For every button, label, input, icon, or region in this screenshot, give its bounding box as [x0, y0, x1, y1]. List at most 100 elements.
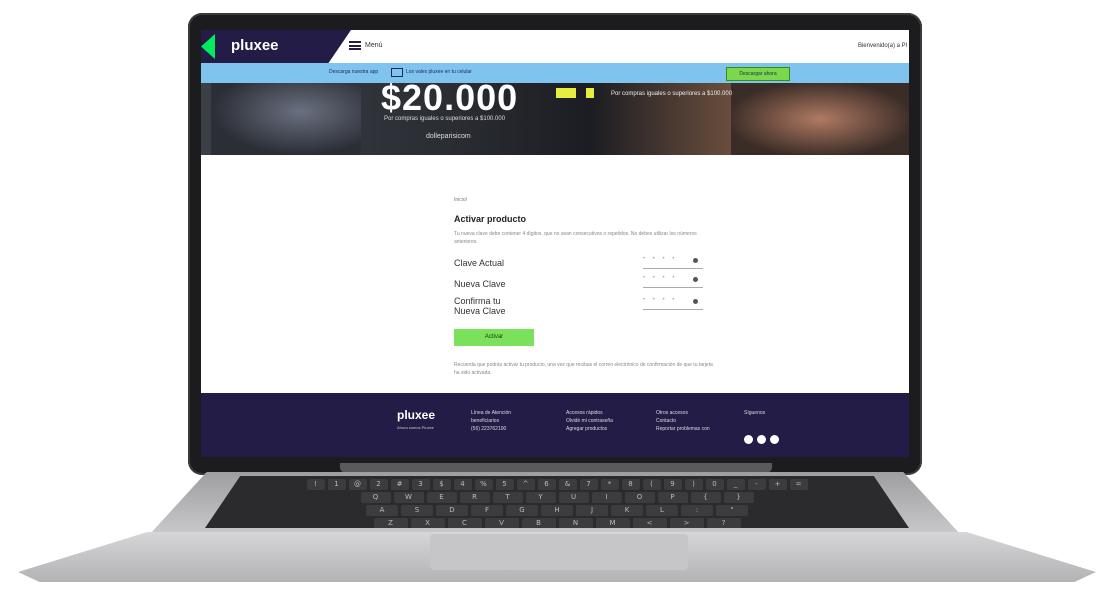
keyboard-key[interactable]: S [401, 505, 433, 516]
keyboard-key[interactable]: ? [706, 518, 741, 528]
breadcrumb[interactable]: Inicio/ [454, 197, 467, 203]
facebook-icon[interactable] [744, 435, 753, 444]
promo-subtitle: Por compras iguales o superiores a $100.… [384, 116, 506, 122]
footer-logo[interactable]: pluxee [397, 408, 435, 422]
keyboard-key[interactable]: L [646, 505, 678, 516]
footer-link[interactable]: (56) 223762100 [471, 425, 511, 433]
footer-link[interactable]: Reportar problemas con [656, 425, 710, 433]
keyboard-key[interactable]: Z [373, 518, 408, 528]
keyboard-key[interactable]: < [632, 518, 667, 528]
footer-col-other: Otros accesos Contacto Reportar problema… [656, 409, 710, 433]
keyboard-key[interactable]: K [611, 505, 643, 516]
footer-col-support: Línea de Atención beneficiarios (56) 223… [471, 409, 511, 433]
keyboard-key[interactable]: 5 [495, 479, 514, 490]
laptop-hinge [340, 463, 772, 473]
download-button[interactable]: Descargar ahora [726, 67, 790, 81]
keyboard-key[interactable]: % [474, 479, 493, 490]
keyboard-key[interactable]: & [558, 479, 577, 490]
eye-icon[interactable] [693, 258, 698, 263]
keyboard-key[interactable]: X [410, 518, 445, 528]
eye-icon[interactable] [693, 277, 698, 282]
keyboard-key[interactable]: T [492, 492, 523, 503]
footer-link[interactable]: Agregar productos [566, 425, 613, 433]
keyboard-key[interactable]: # [390, 479, 409, 490]
keyboard-key[interactable]: > [669, 518, 704, 528]
keyboard-row: A S D F G H J K L: " [205, 505, 909, 517]
keyboard-key[interactable]: = [789, 479, 808, 490]
eye-icon[interactable] [693, 299, 698, 304]
form-note: Recuerda que podrás activar tu producto,… [454, 362, 713, 376]
keyboard-key[interactable]: I [591, 492, 622, 503]
phone-icon [391, 68, 403, 77]
keyboard-key[interactable]: " [716, 505, 748, 516]
trackpad[interactable] [430, 534, 688, 570]
infobar-text-2: Los vales pluxee en tu celular [406, 69, 472, 75]
keyboard-key[interactable]: U [558, 492, 589, 503]
linkedin-icon[interactable] [770, 435, 779, 444]
keyboard-key[interactable]: 9 [663, 479, 682, 490]
keyboard-key[interactable]: N [558, 518, 593, 528]
keyboard-key[interactable]: 7 [579, 479, 598, 490]
keyboard-key[interactable]: P [657, 492, 688, 503]
activate-button[interactable]: Activar [454, 329, 534, 346]
keyboard-key[interactable]: : [681, 505, 713, 516]
welcome-text: Bienvenido(a) a Pl [857, 43, 907, 49]
keyboard-key[interactable]: } [723, 492, 754, 503]
keyboard-key[interactable]: M [595, 518, 630, 528]
keyboard-key[interactable]: R [459, 492, 490, 503]
footer-link[interactable]: Otros accesos [656, 409, 710, 417]
keyboard-key[interactable]: * [600, 479, 619, 490]
keyboard-key[interactable]: Q [360, 492, 391, 503]
keyboard-key[interactable]: _ [726, 479, 745, 490]
promo-amount: $20.000 [381, 77, 519, 118]
keyboard-key[interactable]: 6 [537, 479, 556, 490]
keyboard-key[interactable]: B [521, 518, 556, 528]
keyboard-key[interactable]: 8 [621, 479, 640, 490]
footer-col-quick: Accesos rápidos Olvidé mi contraseña Agr… [566, 409, 613, 433]
confirm-pin-label: Confirma tu Nueva Clave [454, 296, 506, 316]
keyboard-key[interactable]: H [541, 505, 573, 516]
keyboard-key[interactable]: ( [642, 479, 661, 490]
activation-form-section: Inicio/ Activar producto Tu nueva clave … [201, 155, 909, 393]
keyboard-key[interactable]: 2 [369, 479, 388, 490]
footer-tagline: Ahora somos Pluxee [397, 425, 434, 430]
keyboard-key[interactable]: ) [684, 479, 703, 490]
keyboard-key[interactable]: V [484, 518, 519, 528]
footer: pluxee Ahora somos Pluxee Línea de Atenc… [201, 393, 909, 457]
keyboard-key[interactable]: 3 [411, 479, 430, 490]
infobar-text: Descarga nuestra app [329, 69, 379, 75]
pluxee-logo[interactable]: pluxee [231, 37, 279, 54]
footer-link[interactable]: beneficiarios [471, 417, 511, 425]
keyboard-key[interactable]: ^ [516, 479, 535, 490]
keyboard-key[interactable]: 4 [453, 479, 472, 490]
footer-link[interactable]: Olvidé mi contraseña [566, 417, 613, 425]
menu-label: Menú [365, 42, 383, 49]
keyboard-key[interactable]: + [768, 479, 787, 490]
footer-link[interactable]: Accesos rápidos [566, 409, 613, 417]
instagram-icon[interactable] [757, 435, 766, 444]
footer-link[interactable]: Línea de Atención [471, 409, 511, 417]
keyboard-key[interactable]: 1 [327, 479, 346, 490]
keyboard-key[interactable]: ! [306, 479, 325, 490]
keyboard-key[interactable]: W [393, 492, 424, 503]
keyboard-key[interactable]: 0 [705, 479, 724, 490]
keyboard-key[interactable]: @ [348, 479, 367, 490]
footer-link[interactable]: Contacto [656, 417, 710, 425]
keyboard-key[interactable]: G [506, 505, 538, 516]
menu-button[interactable]: Menú [349, 41, 383, 50]
keyboard-row: Q W E R T Y U I O P{} [205, 492, 909, 504]
keyboard-key[interactable]: J [576, 505, 608, 516]
keyboard-key[interactable]: $ [432, 479, 451, 490]
keyboard-key[interactable]: C [447, 518, 482, 528]
keyboard-key[interactable]: O [624, 492, 655, 503]
keyboard-key[interactable]: { [690, 492, 721, 503]
hamburger-icon [349, 41, 361, 50]
promo-banner[interactable]: $20.000 Por compras iguales o superiores… [201, 77, 909, 155]
browser-screen: pluxee Menú Bienvenido(a) a Pl Descarga … [201, 30, 909, 457]
keyboard-key[interactable]: Y [525, 492, 556, 503]
keyboard-key[interactable]: - [747, 479, 766, 490]
keyboard-key[interactable]: A [366, 505, 398, 516]
keyboard-key[interactable]: F [471, 505, 503, 516]
keyboard-key[interactable]: E [426, 492, 457, 503]
keyboard-key[interactable]: D [436, 505, 468, 516]
